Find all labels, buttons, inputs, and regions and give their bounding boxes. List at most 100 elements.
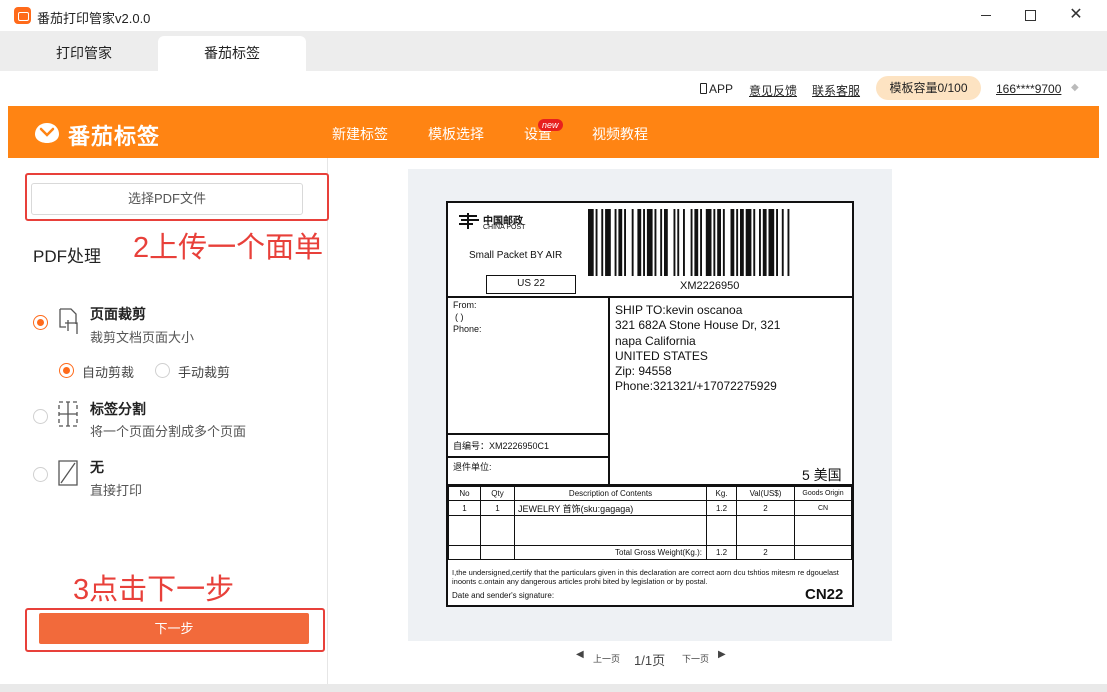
crop-option-radio[interactable] <box>33 315 48 330</box>
next-page-button[interactable]: 下一页 <box>682 652 709 665</box>
tab-print-manager[interactable]: 打印管家 <box>10 36 158 71</box>
new-badge: new <box>538 119 563 131</box>
split-icon <box>58 401 78 427</box>
barcode-bar <box>787 209 790 276</box>
prev-page-button[interactable]: 上一页 <box>593 652 620 665</box>
self-number: 自编号：XM2226950C1 <box>453 441 550 451</box>
barcode-bar <box>643 209 645 276</box>
barcode-bar <box>673 209 676 276</box>
label-divider <box>448 433 609 435</box>
column-header: Kg. <box>706 486 737 501</box>
table-row: 1 1 JEWELRY 首饰(sku:gagaga) 1.2 2 CN <box>448 500 852 516</box>
crop-icon <box>59 308 78 334</box>
ship-to-line: UNITED STATES <box>615 348 708 363</box>
total-kg: 1.2 <box>706 545 737 560</box>
total-weight-label: Total Gross Weight(Kg.): <box>514 545 707 560</box>
total-val: 2 <box>736 545 795 560</box>
account-link[interactable]: 166****9700 <box>996 82 1061 96</box>
main-navbar: 番茄标签 新建标签 模板选择 设置 new 视频教程 <box>8 106 1099 158</box>
feedback-link[interactable]: 意见反馈 <box>749 82 797 99</box>
label-divider <box>448 296 852 298</box>
prev-page-arrow-icon[interactable]: ◀ <box>576 649 584 660</box>
auto-crop-radio[interactable] <box>59 363 74 378</box>
annotation-next-text: 3点击下一步 <box>73 574 235 606</box>
app-tabs: 打印管家 番茄标签 <box>0 31 1107 71</box>
china-post-en: CHINA POST <box>483 224 526 231</box>
customer-service-link[interactable]: 联系客服 <box>812 82 860 99</box>
column-header: No <box>448 486 481 501</box>
tracking-number: XM2226950 <box>680 280 740 292</box>
return-unit: 退件单位: <box>453 462 492 472</box>
barcode-bar <box>759 209 761 276</box>
table-row <box>448 515 852 546</box>
manual-crop-radio[interactable] <box>155 363 170 378</box>
barcode-bar <box>722 209 725 276</box>
declaration-text: I,the undersigned,certify that the parti… <box>452 568 839 586</box>
none-option-desc: 直接打印 <box>90 483 143 498</box>
barcode-bar <box>768 209 775 276</box>
table-cell: 2 <box>736 500 795 516</box>
app-logo-icon <box>14 7 31 24</box>
minimize-button[interactable] <box>973 4 999 26</box>
country-code-box: US 22 <box>486 275 576 294</box>
ship-to-line: SHIP TO:kevin oscanoa <box>615 303 743 317</box>
none-option-radio[interactable] <box>33 467 48 482</box>
nav-template-select[interactable]: 模板选择 <box>428 124 484 144</box>
barcode-bar <box>614 209 617 276</box>
table-cell: CN <box>794 500 852 516</box>
ship-to-block: SHIP TO:kevin oscanoa 321 682A Stone Hou… <box>615 303 780 395</box>
barcode-bar <box>605 209 611 276</box>
tab-tomato-label[interactable]: 番茄标签 <box>158 36 306 71</box>
next-step-button[interactable]: 下一步 <box>39 613 309 644</box>
barcode-bar <box>713 209 716 276</box>
none-option-title: 无 <box>90 459 104 475</box>
next-page-arrow-icon[interactable]: ▶ <box>718 649 726 660</box>
diamond-icon: ◆ <box>1071 82 1079 93</box>
manual-crop-label[interactable]: 手动裁剪 <box>178 362 230 381</box>
nav-new-label[interactable]: 新建标签 <box>332 124 388 144</box>
column-header: Qty <box>480 486 515 501</box>
barcode-bar <box>776 209 778 276</box>
barcode-bar <box>690 209 693 276</box>
barcode-bar <box>601 209 604 276</box>
total-row: Total Gross Weight(Kg.): 1.2 2 <box>448 545 852 560</box>
preview-panel: 中国邮政 CHINA POST Small Packet BY AIR US 2… <box>329 158 1099 684</box>
phone-icon <box>700 83 707 94</box>
ship-to-line: Zip: 94558 <box>615 364 672 379</box>
column-header: Goods Origin <box>794 486 852 501</box>
barcode-bar <box>654 209 657 276</box>
label-preview-area: 中国邮政 CHINA POST Small Packet BY AIR US 2… <box>408 169 892 641</box>
table-cell: 1.2 <box>706 500 737 516</box>
from-label: From: <box>453 300 477 310</box>
app-download-link[interactable]: APP <box>700 82 733 96</box>
close-button[interactable]: ✕ <box>1063 4 1089 26</box>
barcode-bar <box>781 209 784 276</box>
barcode-bar <box>745 209 752 276</box>
bottom-edge <box>0 684 1107 692</box>
barcode-bar <box>631 209 634 276</box>
barcode-bar <box>717 209 721 276</box>
nav-video-tutorial[interactable]: 视频教程 <box>592 124 648 144</box>
split-option-radio[interactable] <box>33 409 48 424</box>
select-pdf-button[interactable]: 选择PDF文件 <box>31 183 303 215</box>
barcode-bar <box>595 209 598 276</box>
from-paren: ( ) <box>455 312 464 322</box>
crop-option-title: 页面裁剪 <box>90 306 146 322</box>
split-option-desc: 将一个页面分割成多个页面 <box>90 424 247 439</box>
contents-table: No Qty Description of Contents Kg. Val(U… <box>448 486 852 560</box>
column-header: Val(US$) <box>736 486 795 501</box>
barcode-bar <box>618 209 623 276</box>
auto-crop-label[interactable]: 自动剪裁 <box>82 362 134 381</box>
zone-number: 5 美国 <box>802 467 842 483</box>
table-cell: 1 <box>480 500 515 516</box>
maximize-button[interactable] <box>1017 4 1043 26</box>
split-option-title: 标签分割 <box>90 401 146 417</box>
template-capacity-badge[interactable]: 模板容量0/100 <box>876 76 981 100</box>
barcode-bar <box>588 209 594 276</box>
signature-label: Date and sender's signature: <box>452 591 555 600</box>
barcode-bar <box>740 209 744 276</box>
title-bar: 番茄打印管家v2.0.0 ✕ <box>0 0 1107 31</box>
barcode-bar <box>660 209 663 276</box>
service-type: Small Packet BY AIR <box>469 250 563 261</box>
table-cell: JEWELRY 首饰(sku:gagaga) <box>514 500 707 516</box>
